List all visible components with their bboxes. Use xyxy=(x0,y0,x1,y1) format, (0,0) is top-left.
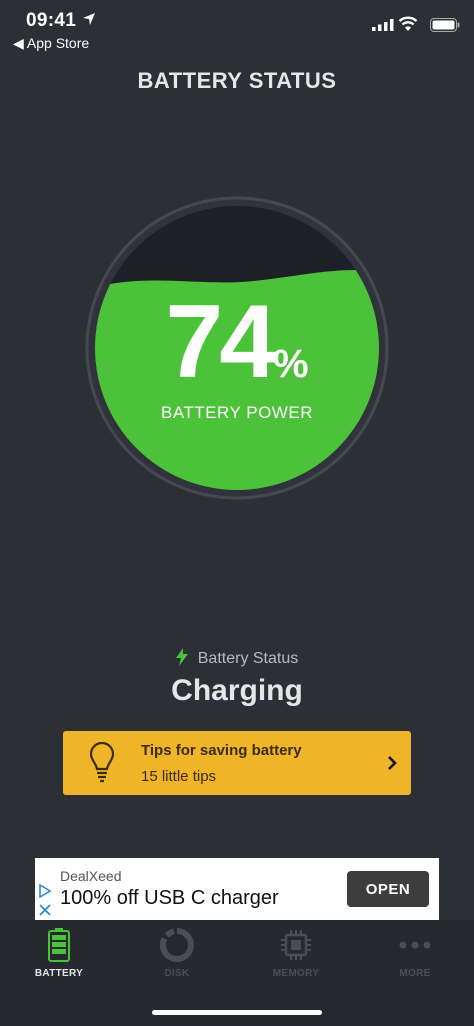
status-bar: 09:41 ◀ App Store xyxy=(0,0,474,56)
back-chevron-icon: ◀ xyxy=(13,35,24,51)
ad-choices-icon[interactable] xyxy=(38,884,52,898)
tips-card[interactable]: Tips for saving battery 15 little tips xyxy=(63,731,411,795)
battery-percent: 74% xyxy=(84,290,390,394)
charging-status-value: Charging xyxy=(171,674,303,707)
ad-close-icon[interactable] xyxy=(38,903,52,917)
tab-battery-label: BATTERY xyxy=(34,968,84,979)
battery-status-row: Battery Status xyxy=(0,648,474,668)
lightbulb-icon xyxy=(89,741,115,783)
home-indicator[interactable] xyxy=(152,1010,322,1015)
tab-more[interactable]: MORE xyxy=(356,928,474,992)
tips-title: Tips for saving battery xyxy=(141,742,302,759)
cellular-signal-icon xyxy=(372,19,394,31)
clock: 09:41 xyxy=(26,10,77,31)
tips-subtitle: 15 little tips xyxy=(141,768,217,785)
page-title: BATTERY STATUS xyxy=(137,68,337,93)
back-to-app-link[interactable]: ◀ App Store xyxy=(13,35,89,52)
battery-power-label: BATTERY POWER xyxy=(161,403,313,422)
chip-icon xyxy=(281,930,311,960)
more-icon xyxy=(399,941,431,949)
battery-status-label: Battery Status xyxy=(197,650,299,667)
ad-banner[interactable]: DealXeed 100% off USB C charger OPEN xyxy=(35,858,439,920)
tab-disk-label: DISK xyxy=(164,968,190,979)
battery-icon xyxy=(48,928,70,962)
tab-disk[interactable]: DISK xyxy=(118,928,236,992)
tab-memory-label: MEMORY xyxy=(272,968,320,979)
tab-more-label: MORE xyxy=(399,968,431,979)
status-battery-icon xyxy=(430,18,460,32)
ad-headline: 100% off USB C charger xyxy=(60,887,279,909)
location-arrow-icon xyxy=(83,13,95,25)
tab-battery[interactable]: BATTERY xyxy=(0,928,118,992)
ad-advertiser: DealXeed xyxy=(60,868,122,884)
back-app-label: App Store xyxy=(26,35,90,51)
percent-sign: % xyxy=(273,342,309,386)
battery-percent-value: 74 xyxy=(165,284,277,400)
ad-open-button[interactable]: OPEN xyxy=(347,871,429,907)
tab-memory[interactable]: MEMORY xyxy=(237,928,355,992)
disk-icon xyxy=(160,928,194,962)
wifi-icon xyxy=(398,16,418,31)
lightning-bolt-icon xyxy=(175,648,188,666)
chevron-right-icon xyxy=(388,756,397,770)
